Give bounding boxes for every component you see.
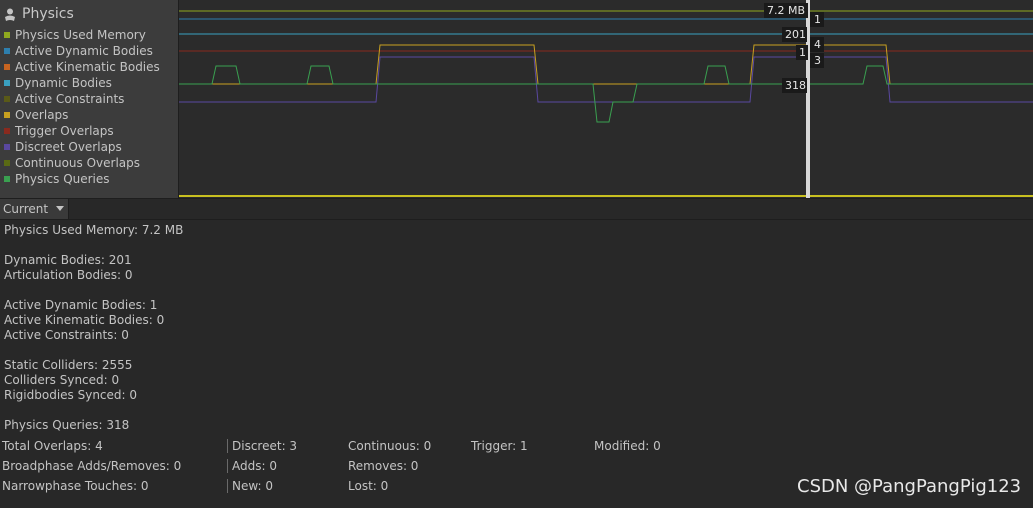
- legend-label: Physics Queries: [15, 172, 110, 186]
- physics-icon: [4, 7, 16, 21]
- stat-modified: Modified: 0: [594, 439, 661, 453]
- legend-label: Active Dynamic Bodies: [15, 44, 153, 58]
- chart-canvas: 7.2 MB 1 201 4 1 3 318: [179, 0, 1033, 198]
- column-divider: [227, 439, 228, 453]
- stat-colliders-synced: Colliders Synced: 0: [4, 373, 120, 387]
- legend-item-active-constraints[interactable]: Active Constraints: [4, 91, 124, 107]
- stat-physics-queries: Physics Queries: 318: [4, 418, 130, 432]
- legend-swatch: [4, 160, 10, 166]
- stat-narrowphase: Narrowphase Touches: 0: [2, 479, 149, 493]
- badge-discreet-text: 3: [814, 54, 821, 67]
- legend-swatch: [4, 80, 10, 86]
- badge-dynamic-bodies: 201: [782, 27, 807, 42]
- badge-memory: 7.2 MB: [764, 3, 808, 18]
- stat-lost: Lost: 0: [348, 479, 389, 493]
- stat-new: New: 0: [232, 479, 274, 493]
- stat-dynamic-bodies: Dynamic Bodies: 201: [4, 253, 132, 267]
- legend-swatch: [4, 32, 10, 38]
- view-mode-label: Current: [3, 202, 49, 216]
- legend-swatch: [4, 128, 10, 134]
- series-line-discreet-overlaps: [179, 56, 1033, 103]
- stat-removes: Removes: 0: [348, 459, 419, 473]
- stat-active-constraints: Active Constraints: 0: [4, 328, 129, 342]
- profiler-chart[interactable]: 7.2 MB 1 201 4 1 3 318: [179, 0, 1033, 198]
- watermark: CSDN @PangPangPig123: [797, 476, 1022, 497]
- stat-articulation-bodies: Articulation Bodies: 0: [4, 268, 133, 282]
- legend-label: Continuous Overlaps: [15, 156, 141, 170]
- legend-label: Discreet Overlaps: [15, 140, 122, 154]
- legend-panel: Physics Physics Used Memory Active Dynam…: [0, 0, 179, 198]
- stat-active-dynamic-bodies: Active Dynamic Bodies: 1: [4, 298, 158, 312]
- legend-item-dynamic-bodies[interactable]: Dynamic Bodies: [4, 75, 112, 91]
- badge-overlaps-text: 4: [814, 38, 821, 51]
- legend-swatch: [4, 96, 10, 102]
- legend-label: Active Kinematic Bodies: [15, 60, 160, 74]
- legend-swatch: [4, 48, 10, 54]
- legend-swatch: [4, 64, 10, 70]
- legend-title: Physics: [22, 6, 74, 22]
- stat-continuous: Continuous: 0: [348, 439, 432, 453]
- legend-item-continuous-overlaps[interactable]: Continuous Overlaps: [4, 155, 140, 171]
- legend-swatch: [4, 144, 10, 150]
- stat-adds: Adds: 0: [232, 459, 277, 473]
- stat-physics-used-memory: Physics Used Memory: 7.2 MB: [4, 223, 184, 237]
- view-mode-dropdown[interactable]: Current: [0, 199, 69, 219]
- series-line-physics-queries: [179, 65, 1033, 123]
- legend-swatch: [4, 176, 10, 182]
- badge-active-kinematic-text: 1: [799, 46, 806, 59]
- stat-static-colliders: Static Colliders: 2555: [4, 358, 133, 372]
- badge-active-dynamic: 1: [810, 12, 824, 27]
- legend-header[interactable]: Physics: [4, 4, 74, 24]
- badge-dynamic-bodies-text: 201: [785, 28, 806, 41]
- column-divider: [227, 459, 228, 473]
- badge-overlaps: 4: [810, 37, 824, 52]
- legend-item-overlaps[interactable]: Overlaps: [4, 107, 68, 123]
- badge-queries: 318: [782, 78, 807, 93]
- stat-trigger: Trigger: 1: [471, 439, 528, 453]
- legend-label: Dynamic Bodies: [15, 76, 112, 90]
- chevron-down-icon: [56, 206, 64, 211]
- stat-broadphase: Broadphase Adds/Removes: 0: [2, 459, 182, 473]
- badge-active-kinematic: 1: [796, 45, 808, 60]
- legend-label: Overlaps: [15, 108, 69, 122]
- badge-discreet: 3: [810, 53, 824, 68]
- stat-total-overlaps: Total Overlaps: 4: [2, 439, 103, 453]
- legend-item-active-dynamic-bodies[interactable]: Active Dynamic Bodies: [4, 43, 153, 59]
- view-mode-bar: Current: [0, 198, 1033, 220]
- legend-item-physics-queries[interactable]: Physics Queries: [4, 171, 110, 187]
- legend-label: Trigger Overlaps: [15, 124, 114, 138]
- badge-active-dynamic-text: 1: [814, 13, 821, 26]
- legend-item-physics-used-memory[interactable]: Physics Used Memory: [4, 27, 146, 43]
- stat-active-kinematic-bodies: Active Kinematic Bodies: 0: [4, 313, 165, 327]
- legend-label: Physics Used Memory: [15, 28, 146, 42]
- legend-item-active-kinematic-bodies[interactable]: Active Kinematic Bodies: [4, 59, 160, 75]
- column-divider: [227, 479, 228, 493]
- badge-memory-text: 7.2 MB: [767, 4, 805, 17]
- stat-discreet: Discreet: 3: [232, 439, 298, 453]
- legend-swatch: [4, 112, 10, 118]
- badge-queries-text: 318: [785, 79, 806, 92]
- legend-item-trigger-overlaps[interactable]: Trigger Overlaps: [4, 123, 114, 139]
- legend-item-discreet-overlaps[interactable]: Discreet Overlaps: [4, 139, 122, 155]
- stat-rigidbodies-synced: Rigidbodies Synced: 0: [4, 388, 138, 402]
- legend-label: Active Constraints: [15, 92, 125, 106]
